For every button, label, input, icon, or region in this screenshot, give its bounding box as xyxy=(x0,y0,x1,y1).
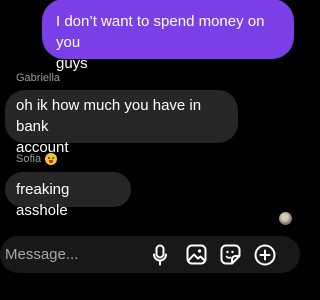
sticker-icon xyxy=(220,244,240,265)
microphone-icon xyxy=(153,244,167,265)
message-input[interactable] xyxy=(5,246,135,263)
chat-screen: I don’t want to spend money on you guys … xyxy=(0,0,300,300)
sender-name-gabriella: Gabriella xyxy=(16,72,61,84)
sender-row-sofia: Sofia xyxy=(16,152,58,166)
seen-avatar[interactable] xyxy=(279,212,292,225)
incoming-message-bubble-gabriella[interactable]: oh ik how much you have in bank account xyxy=(5,90,238,156)
microphone-button[interactable] xyxy=(148,236,172,273)
incoming-message-bubble-sofia[interactable]: freaking asshole xyxy=(5,172,131,219)
plus-circle-icon xyxy=(254,244,276,265)
message-composer xyxy=(0,236,300,273)
add-content-button[interactable] xyxy=(253,236,277,273)
outgoing-message-bubble[interactable]: I don’t want to spend money on you guys xyxy=(42,0,294,72)
gallery-icon xyxy=(186,244,206,265)
gallery-button[interactable] xyxy=(184,236,208,273)
grinning-face-emoji-icon xyxy=(45,153,58,165)
sender-name-sofia: Sofia xyxy=(16,153,42,165)
sticker-button[interactable] xyxy=(218,236,242,273)
